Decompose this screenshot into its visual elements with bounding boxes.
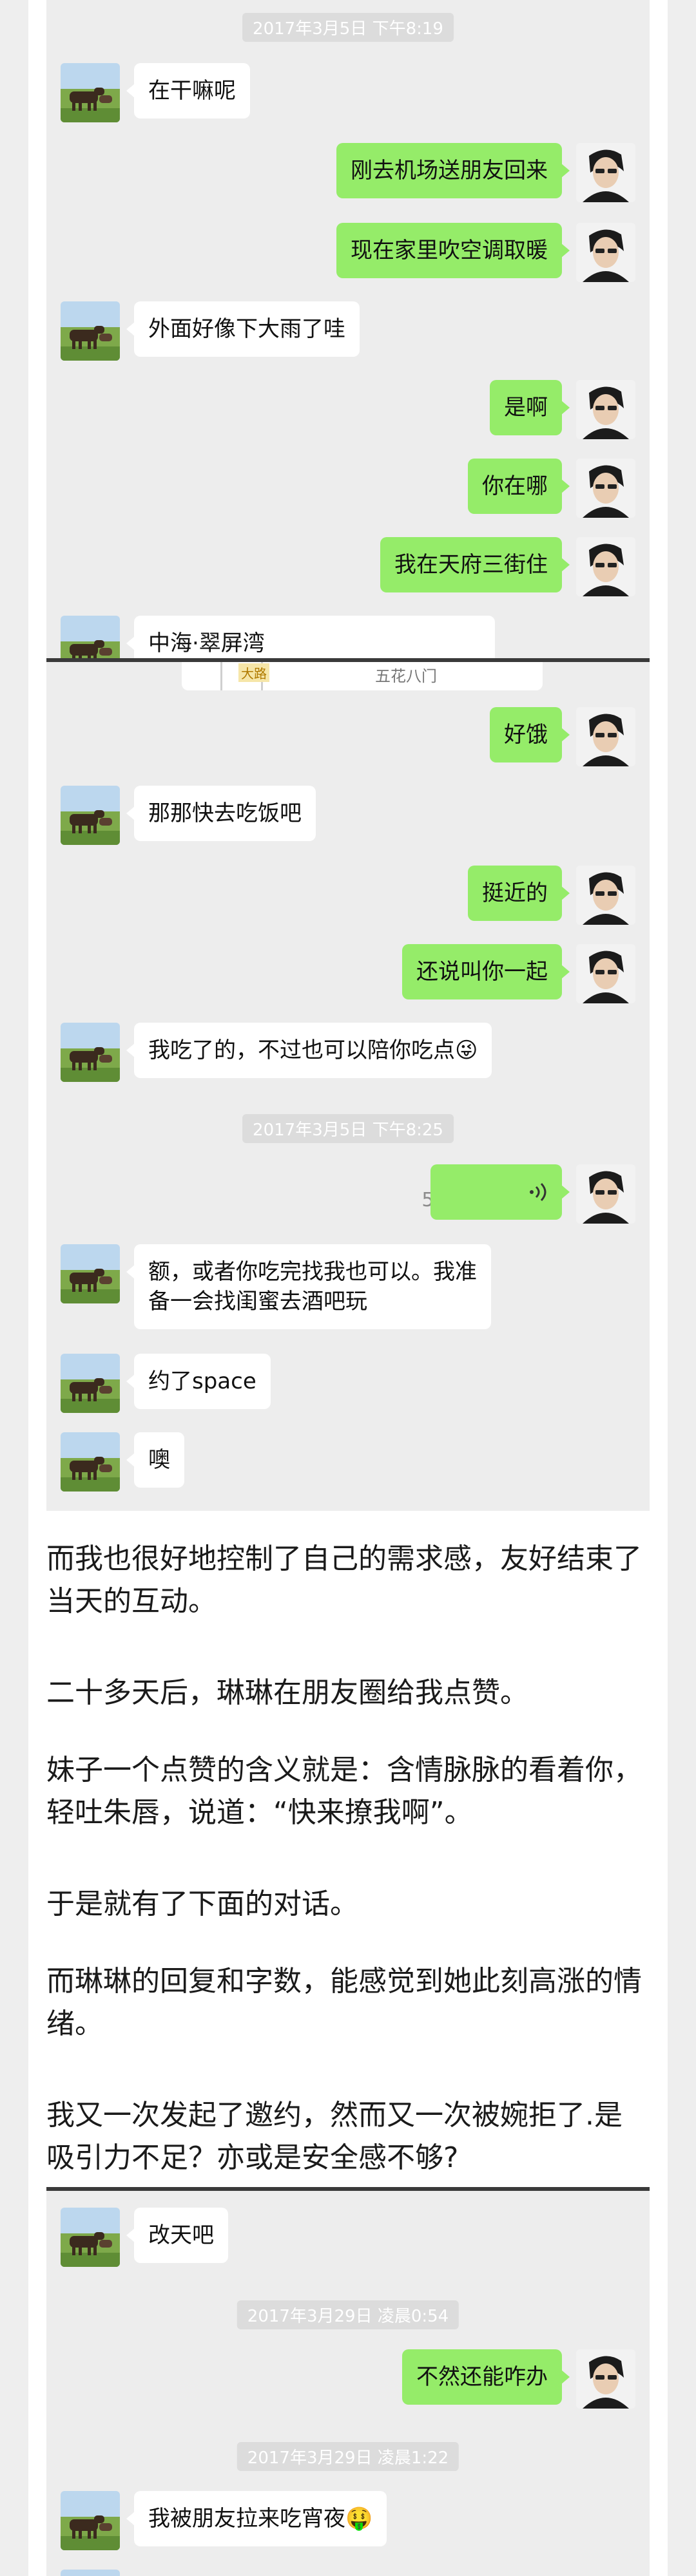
- contact-avatar[interactable]: [61, 2208, 120, 2267]
- user-avatar[interactable]: [576, 380, 635, 439]
- incoming-message[interactable]: 改天吧: [126, 2208, 228, 2263]
- incoming-message[interactable]: 外面好像下大雨了哇: [126, 301, 360, 357]
- article-paragraph: 而我也很好地控制了自己的需求感，友好结束了当天的互动。: [46, 1542, 642, 1618]
- chat-screenshot-1: 2017年3月5日 下午8:19 在干嘛呢 刚去机场送朋友回来 现在家里吹空调取…: [46, 0, 650, 658]
- contact-avatar[interactable]: [61, 616, 120, 658]
- outgoing-message[interactable]: 不然还能咋办: [402, 2349, 570, 2405]
- contact-avatar[interactable]: [61, 301, 120, 361]
- chat-screenshot-2: 大路 五花八门 好饿 那那快去吃饭吧 挺近的 还说叫你一起 我吃了的，不过也可以…: [46, 662, 650, 1511]
- contact-avatar[interactable]: [61, 1244, 120, 1303]
- article-paragraph: 二十多天后，琳琳在朋友圈给我点赞。: [46, 1676, 528, 1709]
- article-paragraph: 妹子一个点赞的含义就是：含情脉脉的看着你，轻吐朱唇，说道：“快来撩我啊”。: [46, 1754, 642, 1829]
- outgoing-message[interactable]: 好饿: [490, 707, 570, 762]
- user-avatar[interactable]: [576, 143, 635, 202]
- horse-on-grass-avatar: [61, 786, 120, 845]
- user-avatar[interactable]: [576, 707, 635, 766]
- horse-on-grass-avatar: [61, 1432, 120, 1492]
- map-place-label: 五花八门: [375, 667, 437, 685]
- contact-avatar[interactable]: [61, 1432, 120, 1492]
- horse-on-grass-avatar: [61, 63, 120, 122]
- horse-on-grass-avatar: [61, 1244, 120, 1303]
- timestamp: 2017年3月5日 下午8:25: [242, 1114, 454, 1143]
- horse-on-grass-avatar: [61, 2208, 120, 2267]
- outgoing-message[interactable]: 是啊: [490, 380, 570, 435]
- horse-on-grass-avatar: [61, 2570, 120, 2576]
- voice-wave-icon: [530, 1182, 546, 1202]
- timestamp: 2017年3月29日 凌晨1:22: [237, 2442, 459, 2471]
- man-portrait-avatar: [576, 707, 635, 766]
- page-side-left: [0, 0, 28, 2576]
- timestamp: 2017年3月29日 凌晨0:54: [237, 2300, 459, 2329]
- man-portrait-avatar: [576, 1164, 635, 1224]
- contact-avatar[interactable]: [61, 2570, 120, 2576]
- contact-avatar[interactable]: [61, 1354, 120, 1413]
- article-paragraph: 我又一次发起了邀约，然而又一次被婉拒了.是吸引力不足？亦或是安全感不够?: [46, 2099, 623, 2174]
- horse-on-grass-avatar: [61, 2491, 120, 2550]
- user-avatar[interactable]: [576, 537, 635, 596]
- horse-on-grass-avatar: [61, 616, 120, 658]
- man-portrait-avatar: [576, 2349, 635, 2409]
- user-avatar[interactable]: [576, 944, 635, 1003]
- contact-avatar[interactable]: [61, 2491, 120, 2550]
- man-portrait-avatar: [576, 380, 635, 439]
- man-portrait-avatar: [576, 537, 635, 596]
- user-avatar[interactable]: [576, 459, 635, 518]
- outgoing-message[interactable]: 刚去机场送朋友回来: [336, 143, 570, 198]
- man-portrait-avatar: [576, 944, 635, 1003]
- incoming-message[interactable]: 我吃了的，不过也可以陪你吃点😜: [126, 1023, 492, 1078]
- article-paragraph: 而琳琳的回复和字数，能感觉到她此刻高涨的情绪。: [46, 1965, 642, 2040]
- contact-avatar[interactable]: [61, 1023, 120, 1082]
- incoming-message[interactable]: 那那快去吃饭吧: [126, 786, 316, 841]
- outgoing-message[interactable]: 我在天府三街住: [380, 537, 570, 592]
- location-message-title[interactable]: 中海·翠屏湾: [126, 616, 495, 658]
- article-paragraph: 于是就有了下面的对话。: [46, 1888, 358, 1920]
- user-avatar[interactable]: [576, 2349, 635, 2409]
- outgoing-message[interactable]: 还说叫你一起: [402, 944, 570, 999]
- incoming-message[interactable]: 噢: [126, 1432, 184, 1488]
- chat-screenshot-3: 改天吧 2017年3月29日 凌晨0:54 不然还能咋办 2017年3月29日 …: [46, 2191, 650, 2576]
- voice-message[interactable]: [430, 1164, 570, 1220]
- incoming-message[interactable]: 约了space: [126, 1354, 271, 1409]
- message-line: 备一会找闺蜜去酒吧玩: [148, 1289, 367, 1314]
- outgoing-message[interactable]: 你在哪: [468, 459, 570, 514]
- user-avatar[interactable]: [576, 866, 635, 925]
- contact-avatar[interactable]: [61, 63, 120, 122]
- incoming-message[interactable]: 额，或者你吃完找我也可以。我准 备一会找闺蜜去酒吧玩: [126, 1244, 491, 1329]
- man-portrait-avatar: [576, 143, 635, 202]
- outgoing-message[interactable]: 现在家里吹空调取暖: [336, 223, 570, 278]
- incoming-message[interactable]: 在干嘛呢: [126, 63, 250, 118]
- man-portrait-avatar: [576, 866, 635, 925]
- user-avatar[interactable]: [576, 223, 635, 282]
- man-portrait-avatar: [576, 459, 635, 518]
- horse-on-grass-avatar: [61, 1023, 120, 1082]
- map-road-sign: 大路: [238, 663, 269, 682]
- incoming-message[interactable]: 我被朋友拉来吃宵夜🤑: [126, 2491, 387, 2546]
- user-avatar[interactable]: [576, 1164, 635, 1224]
- man-portrait-avatar: [576, 223, 635, 282]
- horse-on-grass-avatar: [61, 1354, 120, 1413]
- outgoing-message[interactable]: 挺近的: [468, 866, 570, 921]
- location-map-preview[interactable]: 大路 五花八门: [182, 662, 543, 690]
- page-side-right: [668, 0, 696, 2576]
- contact-avatar[interactable]: [61, 786, 120, 845]
- timestamp: 2017年3月5日 下午8:19: [242, 13, 454, 42]
- message-line: 额，或者你吃完找我也可以。我准: [148, 1259, 477, 1285]
- horse-on-grass-avatar: [61, 301, 120, 361]
